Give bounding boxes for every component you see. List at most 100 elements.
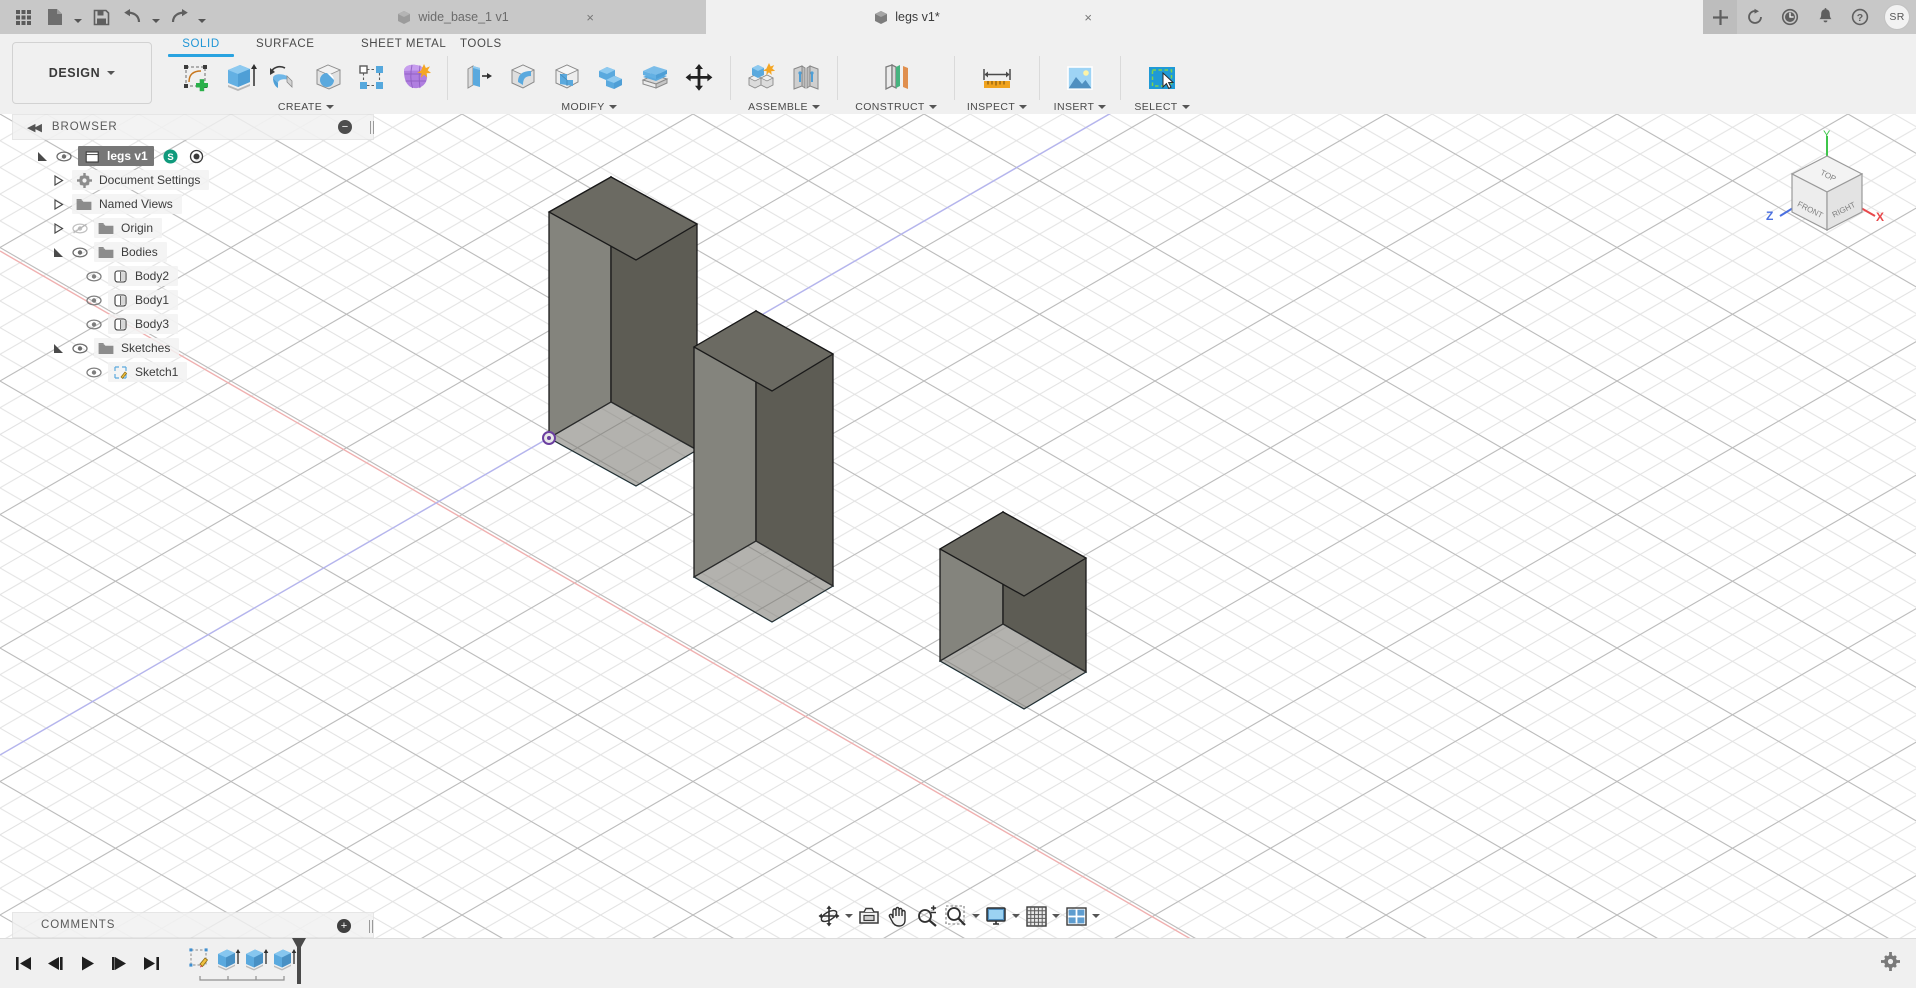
document-tab-wide-base[interactable]: wide_base_1 v1 × (296, 0, 608, 34)
look-at-tool[interactable] (855, 901, 883, 931)
notifications-bell-icon[interactable] (1808, 0, 1842, 34)
avatar[interactable]: SR (1884, 4, 1910, 30)
recent-activity-icon[interactable] (1773, 0, 1807, 34)
pan-tool[interactable] (884, 901, 912, 931)
create-sketch-tool[interactable] (174, 57, 218, 99)
panel-create-label[interactable]: CREATE (278, 100, 334, 114)
eye-icon[interactable] (86, 316, 102, 332)
eye-icon[interactable] (56, 148, 72, 164)
panel-modify-label[interactable]: MODIFY (561, 100, 616, 114)
eye-off-icon[interactable] (72, 220, 88, 236)
eye-icon[interactable] (86, 268, 102, 284)
timeline-feature-extrude2[interactable] (242, 944, 270, 974)
activate-component-radio[interactable] (189, 148, 205, 164)
add-comment-icon[interactable]: + (337, 919, 351, 933)
comments-panel[interactable]: COMMENTS + (12, 912, 374, 938)
insert-image-tool[interactable] (1058, 57, 1102, 99)
display-settings-dropdown-caret[interactable] (1011, 901, 1021, 931)
tree-item-row-content[interactable]: Origin (94, 218, 162, 238)
tree-item-row-content[interactable]: legs v1 (78, 146, 154, 166)
joint-tool[interactable] (784, 57, 828, 99)
eye-icon[interactable] (72, 340, 88, 356)
tree-item-row-content[interactable]: Body3 (108, 314, 178, 334)
tree-item-row-content[interactable]: Bodies (94, 242, 167, 262)
tree-item-row-content[interactable]: Sketches (94, 338, 179, 358)
offset-face-tool[interactable] (633, 57, 677, 99)
form-tool[interactable] (394, 57, 438, 99)
undo-icon[interactable] (118, 3, 148, 31)
orbit-dropdown-caret[interactable] (844, 901, 854, 931)
job-status-icon[interactable] (1738, 0, 1772, 34)
timeline-settings-icon[interactable] (1881, 952, 1900, 976)
eye-icon[interactable] (72, 244, 88, 260)
tree-item-body3[interactable]: Body3 (12, 312, 374, 336)
timeline-step-back[interactable] (42, 949, 68, 979)
view-cube[interactable]: Y Z X TOP FRONT RIGHT (1762, 128, 1892, 248)
tree-item-bodies[interactable]: Bodies (12, 240, 374, 264)
timeline-feature-extrude1[interactable] (214, 944, 242, 974)
expander-collapsed-icon[interactable] (50, 172, 66, 188)
timeline-play[interactable] (74, 949, 100, 979)
panel-select-label[interactable]: SELECT (1134, 100, 1189, 114)
panel-resize-grip[interactable] (366, 114, 374, 140)
panel-resize-grip[interactable] (365, 913, 373, 939)
tree-item-origin[interactable]: Origin (12, 216, 374, 240)
expander-expanded-icon[interactable] (50, 340, 66, 356)
panel-inspect-label[interactable]: INSPECT (967, 100, 1027, 114)
tree-item-row-content[interactable]: Body1 (108, 290, 178, 310)
revolve-tool[interactable] (262, 57, 306, 99)
viewport-3d[interactable]: Y Z X TOP FRONT RIGHT ◀◀ BROWSER − (0, 114, 1916, 950)
grid-snaps-dropdown-caret[interactable] (1051, 901, 1061, 931)
select-tool[interactable] (1140, 57, 1184, 99)
panel-insert-label[interactable]: INSERT (1054, 100, 1107, 114)
zoom-tool[interactable] (913, 901, 941, 931)
timeline-step-forward[interactable] (106, 949, 132, 979)
timeline-end-marker[interactable] (290, 938, 308, 988)
undo-dropdown-caret[interactable] (150, 3, 162, 31)
workspace-selector[interactable]: DESIGN (12, 42, 152, 104)
tree-item-sketches[interactable]: Sketches (12, 336, 374, 360)
expander-expanded-icon[interactable] (34, 148, 50, 164)
expander-collapsed-icon[interactable] (50, 220, 66, 236)
minimize-browser-icon[interactable]: − (338, 120, 352, 134)
close-icon[interactable]: × (1084, 11, 1092, 24)
redo-dropdown-caret[interactable] (196, 3, 208, 31)
tree-item-row-content[interactable]: Named Views (72, 194, 182, 214)
orbit-tool[interactable] (815, 901, 843, 931)
tree-item-body1[interactable]: Body1 (12, 288, 374, 312)
save-icon[interactable] (86, 3, 116, 31)
tree-item-legs-root[interactable]: legs v1 S (12, 144, 374, 168)
tree-item-document-settings[interactable]: Document Settings (12, 168, 374, 192)
zoom-window-tool[interactable] (942, 901, 970, 931)
timeline-go-to-beginning[interactable] (10, 949, 36, 979)
tree-item-row-content[interactable]: Body2 (108, 266, 178, 286)
press-pull-tool[interactable] (457, 57, 501, 99)
combine-tool[interactable] (589, 57, 633, 99)
move-copy-tool[interactable] (677, 57, 721, 99)
timeline-feature-sketch1[interactable] (186, 944, 214, 974)
new-file-icon[interactable] (40, 3, 70, 31)
expander-expanded-icon[interactable] (50, 244, 66, 260)
new-tab-button[interactable] (1703, 0, 1737, 34)
expander-collapsed-icon[interactable] (50, 196, 66, 212)
collapse-panel-icon[interactable]: ◀◀ (27, 121, 40, 134)
zoom-window-dropdown-caret[interactable] (971, 901, 981, 931)
tab-tools[interactable]: TOOLS (460, 38, 502, 50)
tree-item-sketch1[interactable]: Sketch1 (12, 360, 374, 384)
tab-solid[interactable]: SOLID (168, 38, 234, 57)
new-file-dropdown-caret[interactable] (72, 3, 84, 31)
pattern-tool[interactable] (350, 57, 394, 99)
close-icon[interactable]: × (586, 11, 594, 24)
tree-item-body2[interactable]: Body2 (12, 264, 374, 288)
extrude-tool[interactable] (218, 57, 262, 99)
document-tab-legs[interactable]: legs v1* × (706, 0, 1106, 34)
display-settings-tool[interactable] (982, 901, 1010, 931)
grid-snaps-tool[interactable] (1022, 901, 1050, 931)
timeline-go-to-end[interactable] (138, 949, 164, 979)
eye-icon[interactable] (86, 364, 102, 380)
new-component-tool[interactable] (740, 57, 784, 99)
panel-construct-label[interactable]: CONSTRUCT (855, 100, 937, 114)
tab-sheet-metal[interactable]: SHEET METAL (361, 38, 446, 50)
viewports-dropdown-caret[interactable] (1091, 901, 1101, 931)
sphere-tool[interactable] (306, 57, 350, 99)
